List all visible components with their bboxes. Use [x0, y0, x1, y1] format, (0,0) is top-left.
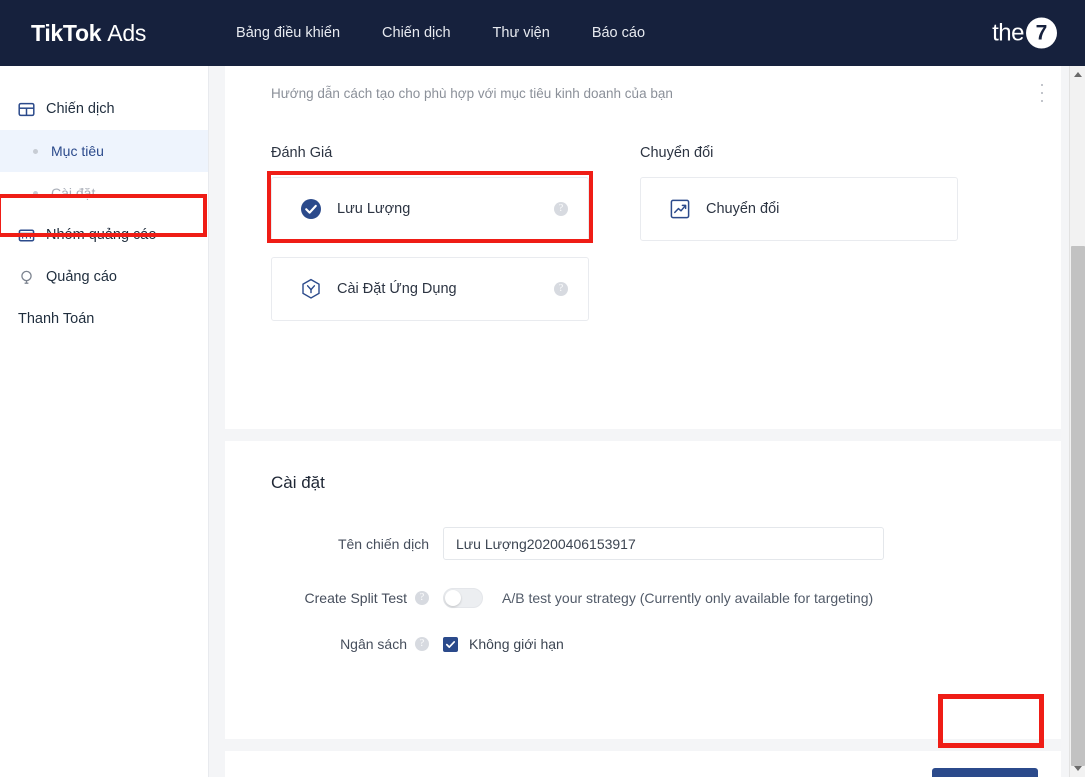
campaign-name-row: Tên chiến dịch [271, 527, 1061, 560]
hexagon-app-icon [299, 278, 322, 301]
footer-action-bar: Tiếp tục [225, 751, 1061, 777]
objective-card-traffic[interactable]: Lưu Lượng ? [271, 177, 589, 241]
account-logo[interactable]: the 7 [992, 18, 1057, 49]
nav-item-library[interactable]: Thư viện [491, 19, 552, 47]
scrollbar-thumb[interactable] [1071, 246, 1085, 766]
objective-card-label: Cài Đặt Ứng Dụng [337, 281, 457, 297]
objective-column-conversion: Chuyển đổi Chuyển đổi [640, 145, 983, 337]
objective-column-title: Đánh Giá [271, 145, 614, 161]
sidebar-item-label: Thanh Toán [18, 312, 94, 327]
objective-card-label: Chuyển đổi [706, 201, 779, 217]
campaign-name-label: Tên chiến dịch [271, 536, 443, 552]
kebab-dot [1041, 100, 1043, 102]
account-logo-text: the [992, 19, 1024, 47]
account-logo-badge: 7 [1026, 18, 1057, 49]
help-icon[interactable]: ? [415, 591, 429, 605]
scroll-down-arrow-icon[interactable] [1070, 760, 1085, 777]
objective-card-label: Lưu Lượng [337, 201, 410, 217]
budget-label-text: Ngân sách [340, 636, 407, 652]
tiktok-ads-app: TikTok Ads Bảng điều khiển Chiến dịch Th… [0, 0, 1085, 777]
help-icon[interactable]: ? [554, 202, 568, 216]
help-icon[interactable]: ? [554, 282, 568, 296]
sidebar-item-adgroup[interactable]: Nhóm quảng cáo [0, 214, 208, 256]
objective-column-consideration: Đánh Giá Lưu Lượng ? [271, 145, 614, 337]
bullet-dot-icon [33, 191, 38, 196]
trending-up-square-icon [668, 198, 691, 221]
campaign-name-label-text: Tên chiến dịch [338, 536, 429, 552]
top-nav-links: Bảng điều khiển Chiến dịch Thư viện Báo … [234, 19, 647, 47]
objective-column-title: Chuyển đổi [640, 145, 983, 161]
budget-row: Ngân sách ? Không giới hạn [271, 636, 1061, 652]
top-navigation-bar: TikTok Ads Bảng điều khiển Chiến dịch Th… [0, 0, 1085, 66]
split-test-label-text: Create Split Test [305, 590, 407, 606]
objective-columns: Đánh Giá Lưu Lượng ? [271, 145, 1061, 337]
continue-button[interactable]: Tiếp tục [932, 768, 1038, 777]
nav-item-report[interactable]: Báo cáo [590, 19, 647, 47]
budget-unlimited-checkbox[interactable] [443, 637, 458, 652]
split-test-description: A/B test your strategy (Currently only a… [502, 590, 873, 606]
split-test-row: Create Split Test ? A/B test your strate… [271, 588, 1061, 608]
split-test-label: Create Split Test ? [271, 590, 443, 606]
more-options-icon[interactable] [1040, 84, 1044, 102]
sidebar-item-ad[interactable]: Quảng cáo [0, 256, 208, 298]
scroll-up-arrow-icon[interactable] [1070, 66, 1085, 83]
bullet-dot-icon [33, 149, 38, 154]
split-test-toggle[interactable] [443, 588, 483, 608]
settings-section-title: Cài đặt [271, 473, 1061, 493]
brand-ads: Ads [107, 20, 146, 46]
campaign-window-icon [18, 101, 35, 118]
budget-unlimited-label: Không giới hạn [469, 636, 564, 652]
main-content: Hướng dẫn cách tạo cho phù hợp với mục t… [209, 66, 1085, 777]
kebab-dot [1041, 92, 1043, 94]
objective-card-app-install[interactable]: Cài Đặt Ứng Dụng ? [271, 257, 589, 321]
ad-bulb-icon [18, 269, 35, 286]
help-icon[interactable]: ? [415, 637, 429, 651]
sidebar-item-label: Chiến dịch [46, 102, 115, 117]
sidebar: Chiến dịch Mục tiêu Cài đặt Nhóm quảng c… [0, 66, 209, 777]
toggle-knob [445, 590, 461, 606]
sidebar-item-label: Cài đặt [51, 186, 95, 200]
objective-hint-text: Hướng dẫn cách tạo cho phù hợp với mục t… [271, 86, 1061, 101]
adgroup-grid-icon [18, 227, 35, 244]
sidebar-item-label: Quảng cáo [46, 270, 117, 285]
sidebar-item-objective[interactable]: Mục tiêu [0, 130, 208, 172]
nav-item-dashboard[interactable]: Bảng điều khiển [234, 19, 342, 47]
sidebar-item-settings[interactable]: Cài đặt [0, 172, 208, 214]
nav-item-campaign[interactable]: Chiến dịch [380, 19, 453, 47]
sidebar-item-payment[interactable]: Thanh Toán [0, 298, 208, 340]
objective-panel: Hướng dẫn cách tạo cho phù hợp với mục t… [225, 66, 1061, 429]
brand-tiktok: TikTok [31, 20, 101, 46]
sidebar-item-label: Nhóm quảng cáo [46, 228, 156, 243]
objective-card-conversion[interactable]: Chuyển đổi [640, 177, 958, 241]
tiktok-ads-logo[interactable]: TikTok Ads [31, 20, 146, 47]
budget-label: Ngân sách ? [271, 636, 443, 652]
check-circle-icon [299, 198, 322, 221]
kebab-dot [1041, 84, 1043, 86]
campaign-name-input[interactable] [443, 527, 884, 560]
sidebar-item-label: Mục tiêu [51, 144, 104, 158]
settings-panel: Cài đặt Tên chiến dịch Create Split Test… [225, 441, 1061, 739]
sidebar-item-campaign[interactable]: Chiến dịch [0, 88, 208, 130]
page-scrollbar[interactable] [1069, 66, 1085, 777]
